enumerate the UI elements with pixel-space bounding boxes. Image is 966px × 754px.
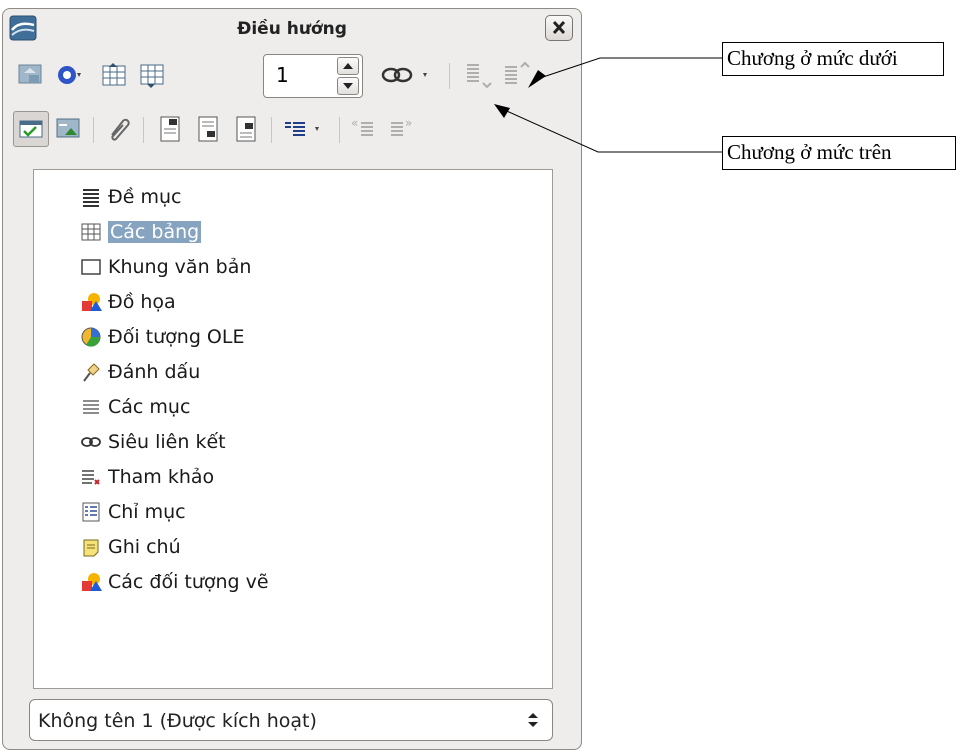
- callout-demote-chapter: Chương ở mức dưới: [722, 42, 944, 76]
- callout-lines: [494, 57, 722, 153]
- callout-promote-chapter: Chương ở mức trên: [722, 136, 956, 170]
